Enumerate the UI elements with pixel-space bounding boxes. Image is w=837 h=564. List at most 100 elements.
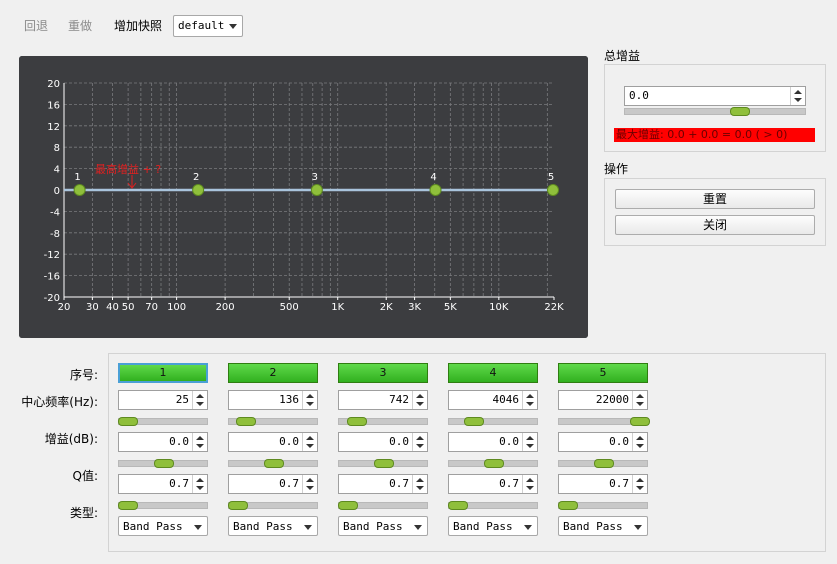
- spin-down-icon[interactable]: [636, 486, 644, 490]
- slider-thumb[interactable]: [338, 501, 359, 510]
- spin-up-icon[interactable]: [306, 394, 314, 398]
- band-gain-slider[interactable]: [338, 459, 428, 468]
- spin-buttons[interactable]: [302, 475, 317, 493]
- spin-buttons[interactable]: [522, 391, 537, 409]
- spin-up-icon[interactable]: [794, 90, 802, 94]
- band-freq-spinbox[interactable]: 136: [228, 390, 318, 410]
- band-type-select[interactable]: Band Pass: [228, 516, 318, 536]
- total-gain-slider[interactable]: [624, 107, 806, 116]
- slider-thumb[interactable]: [346, 417, 367, 426]
- band-point[interactable]: [547, 184, 559, 196]
- spin-buttons[interactable]: [192, 433, 207, 451]
- spin-buttons[interactable]: [790, 87, 805, 105]
- band-gain-spinbox[interactable]: 0.0: [118, 432, 208, 452]
- band-point[interactable]: [429, 184, 442, 196]
- band-gain-slider[interactable]: [448, 459, 538, 468]
- band-freq-slider[interactable]: [118, 417, 208, 426]
- spin-down-icon[interactable]: [306, 402, 314, 406]
- spin-up-icon[interactable]: [636, 478, 644, 482]
- spin-down-icon[interactable]: [196, 402, 204, 406]
- spin-down-icon[interactable]: [416, 402, 424, 406]
- band-q-spinbox[interactable]: 0.7: [228, 474, 318, 494]
- spin-up-icon[interactable]: [636, 436, 644, 440]
- spin-up-icon[interactable]: [526, 394, 534, 398]
- eq-graph-canvas[interactable]: 201612840-4-8-12-16-2020 30 40 50 70 100 200 50…: [19, 56, 588, 338]
- band-q-slider[interactable]: [448, 501, 538, 510]
- redo-button[interactable]: 重做: [68, 17, 92, 35]
- spin-up-icon[interactable]: [196, 478, 204, 482]
- slider-thumb[interactable]: [730, 107, 751, 116]
- band-select-button[interactable]: 5: [558, 363, 648, 383]
- spin-up-icon[interactable]: [416, 394, 424, 398]
- slider-thumb[interactable]: [264, 459, 284, 468]
- spin-buttons[interactable]: [632, 433, 647, 451]
- spin-buttons[interactable]: [302, 433, 317, 451]
- band-q-spinbox[interactable]: 0.7: [338, 474, 428, 494]
- undo-button[interactable]: 回退: [24, 17, 48, 35]
- band-freq-spinbox[interactable]: 22000: [558, 390, 648, 410]
- slider-thumb[interactable]: [154, 459, 174, 468]
- eq-graph[interactable]: 20 16 12 8 4 0 -4 -8 -12 -16 -20 20 30 40 50 70 100 200 50…: [19, 56, 588, 338]
- band-select-button[interactable]: 3: [338, 363, 428, 383]
- band-point[interactable]: [192, 184, 205, 196]
- slider-thumb[interactable]: [594, 459, 614, 468]
- spin-buttons[interactable]: [522, 475, 537, 493]
- band-gain-slider[interactable]: [558, 459, 648, 468]
- spin-down-icon[interactable]: [636, 402, 644, 406]
- spin-up-icon[interactable]: [306, 478, 314, 482]
- spin-down-icon[interactable]: [636, 444, 644, 448]
- band-q-slider[interactable]: [338, 501, 428, 510]
- band-freq-spinbox[interactable]: 25: [118, 390, 208, 410]
- spin-up-icon[interactable]: [306, 436, 314, 440]
- slider-thumb[interactable]: [629, 417, 650, 426]
- band-q-spinbox[interactable]: 0.7: [558, 474, 648, 494]
- spin-up-icon[interactable]: [526, 478, 534, 482]
- slider-thumb[interactable]: [228, 501, 249, 510]
- slider-thumb[interactable]: [118, 501, 139, 510]
- spin-up-icon[interactable]: [416, 478, 424, 482]
- slider-thumb[interactable]: [448, 501, 469, 510]
- spin-down-icon[interactable]: [416, 486, 424, 490]
- spin-buttons[interactable]: [522, 433, 537, 451]
- band-point[interactable]: [73, 184, 86, 196]
- spin-buttons[interactable]: [302, 391, 317, 409]
- spin-down-icon[interactable]: [416, 444, 424, 448]
- band-q-spinbox[interactable]: 0.7: [448, 474, 538, 494]
- slider-thumb[interactable]: [118, 417, 139, 426]
- spin-buttons[interactable]: [192, 475, 207, 493]
- band-gain-spinbox[interactable]: 0.0: [228, 432, 318, 452]
- band-q-slider[interactable]: [228, 501, 318, 510]
- spin-down-icon[interactable]: [196, 486, 204, 490]
- slider-thumb[interactable]: [374, 459, 394, 468]
- band-gain-spinbox[interactable]: 0.0: [558, 432, 648, 452]
- slider-thumb[interactable]: [558, 501, 579, 510]
- spin-down-icon[interactable]: [526, 402, 534, 406]
- add-snapshot-button[interactable]: 增加快照: [114, 17, 162, 35]
- spin-down-icon[interactable]: [306, 486, 314, 490]
- band-point[interactable]: [310, 184, 323, 196]
- snapshot-select[interactable]: default: [173, 15, 243, 37]
- spin-up-icon[interactable]: [636, 394, 644, 398]
- band-q-spinbox[interactable]: 0.7: [118, 474, 208, 494]
- spin-buttons[interactable]: [412, 475, 427, 493]
- spin-buttons[interactable]: [412, 391, 427, 409]
- band-type-select[interactable]: Band Pass: [558, 516, 648, 536]
- band-freq-slider[interactable]: [338, 417, 428, 426]
- band-select-button[interactable]: 2: [228, 363, 318, 383]
- band-freq-slider[interactable]: [558, 417, 650, 426]
- spin-down-icon[interactable]: [526, 486, 534, 490]
- band-q-slider[interactable]: [558, 501, 648, 510]
- spin-up-icon[interactable]: [196, 394, 204, 398]
- total-gain-spinbox[interactable]: 0.0: [624, 86, 806, 106]
- band-gain-slider[interactable]: [118, 459, 208, 468]
- band-freq-slider[interactable]: [448, 417, 538, 426]
- slider-thumb[interactable]: [235, 417, 256, 426]
- spin-down-icon[interactable]: [794, 98, 802, 102]
- band-q-slider[interactable]: [118, 501, 208, 510]
- band-gain-spinbox[interactable]: 0.0: [448, 432, 538, 452]
- spin-up-icon[interactable]: [196, 436, 204, 440]
- band-gain-spinbox[interactable]: 0.0: [338, 432, 428, 452]
- reset-button[interactable]: 重置: [615, 189, 815, 209]
- spin-buttons[interactable]: [632, 391, 647, 409]
- band-type-select[interactable]: Band Pass: [448, 516, 538, 536]
